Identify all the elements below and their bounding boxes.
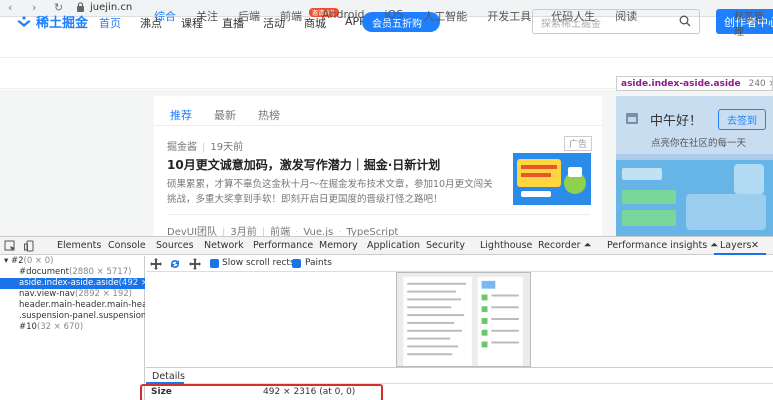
- lock-icon: [77, 2, 84, 12]
- tab-hot[interactable]: 热榜: [258, 107, 280, 123]
- calendar-icon: [626, 113, 638, 124]
- divider: [154, 125, 602, 126]
- paints-checkbox[interactable]: [292, 259, 301, 268]
- device-toolbar-icon[interactable]: [24, 240, 36, 252]
- tree-row[interactable]: ▾ #2(0 × 0): [0, 256, 145, 267]
- nav-item-home[interactable]: 首页: [99, 15, 121, 31]
- article-time: 19天前: [210, 142, 244, 153]
- layer-preview[interactable]: [396, 272, 531, 367]
- tab-lighthouse[interactable]: Lighthouse: [480, 240, 532, 251]
- juejin-logo-icon: [17, 16, 31, 27]
- paints-label: Paints: [305, 258, 332, 268]
- tooltip-element-name: aside.index-aside.aside: [621, 79, 741, 89]
- active-tab-indicator: [714, 253, 766, 255]
- tab-network[interactable]: Network: [204, 240, 244, 251]
- category-following[interactable]: 关注: [196, 8, 218, 24]
- category-android[interactable]: Android: [322, 8, 365, 24]
- category-devtools[interactable]: 开发工具: [487, 8, 531, 24]
- tab-recommended[interactable]: 推荐: [170, 107, 192, 123]
- greeting: 中午好！: [650, 114, 703, 129]
- tree-row[interactable]: #10(32 × 670): [0, 322, 145, 333]
- tab-performance[interactable]: Performance: [253, 240, 313, 251]
- rotate-mode-icon[interactable]: [169, 258, 181, 270]
- category-ios[interactable]: iOS: [385, 8, 404, 24]
- tab-performance-insights[interactable]: Performance insights ⏶: [607, 240, 718, 251]
- tree-row[interactable]: nav.view-nav(2892 × 192): [0, 289, 145, 300]
- tooltip-element-size: 240 × 1169.86: [748, 79, 772, 89]
- category-backend[interactable]: 后端: [238, 8, 260, 24]
- details-title: Details: [152, 371, 185, 382]
- back-icon[interactable]: ‹: [8, 1, 12, 14]
- tab-memory[interactable]: Memory: [319, 240, 358, 251]
- tab-latest[interactable]: 最新: [214, 107, 236, 123]
- search-icon[interactable]: [679, 15, 691, 27]
- category-list: 综合 关注 后端 前端 Android iOS 人工智能 开发工具 代码人生 阅…: [154, 8, 657, 24]
- article-author[interactable]: 掘金酱: [167, 142, 197, 153]
- pan-mode-icon[interactable]: [150, 258, 162, 270]
- article-thumbnail[interactable]: [513, 153, 591, 205]
- close-tab-icon[interactable]: ✕: [751, 240, 759, 251]
- layers-toolbar: Slow scroll rects Paints: [146, 256, 773, 272]
- highlight-box: [140, 384, 383, 400]
- logo-text: 稀土掘金: [36, 16, 89, 31]
- inspect-element-icon[interactable]: [4, 240, 16, 252]
- tab-layers[interactable]: Layers: [720, 240, 751, 251]
- tab-security[interactable]: Security: [426, 240, 465, 251]
- tag-manage-link[interactable]: 标签管理: [734, 8, 773, 38]
- tree-row[interactable]: .suspension-panel.suspension-panel: [0, 311, 145, 322]
- category-codelife[interactable]: 代码人生: [551, 8, 595, 24]
- tab-sources[interactable]: Sources: [156, 240, 194, 251]
- category-ai[interactable]: 人工智能: [423, 8, 467, 24]
- checkin-button[interactable]: 去签到: [718, 109, 766, 130]
- article-title[interactable]: 10月更文诚意加码，激发写作潜力｜掘金·日新计划: [167, 156, 440, 173]
- address-bar[interactable]: juejin.cn: [90, 2, 132, 13]
- aside-banner[interactable]: [616, 160, 773, 236]
- greeting-subtext: 点亮你在社区的每一天: [651, 138, 747, 149]
- tree-row-selected[interactable]: aside.index-aside.aside(492 × 2316): [0, 278, 145, 289]
- reset-transform-icon[interactable]: [189, 258, 201, 270]
- category-all[interactable]: 综合: [154, 8, 176, 24]
- tab-console[interactable]: Console: [108, 240, 146, 251]
- slow-scroll-checkbox[interactable]: [210, 259, 219, 268]
- article-description[interactable]: 硕果累累，才算不辜负这金秋十月～在掘金发布技术文章，参加10月更文闯关挑战，多重…: [167, 177, 495, 207]
- tab-application[interactable]: Application: [367, 240, 420, 251]
- tab-elements[interactable]: Elements: [57, 240, 101, 251]
- tree-row[interactable]: #document(2880 × 5717): [0, 267, 145, 278]
- devtools-tabbar: Elements Console Sources Network Perform…: [0, 236, 773, 255]
- article-meta: 掘金酱 | 19天前: [167, 142, 244, 153]
- category-frontend[interactable]: 前端: [280, 8, 302, 24]
- tree-row[interactable]: header.main-header.main-header: [0, 300, 145, 311]
- tab-recorder[interactable]: Recorder ⏶: [538, 240, 591, 251]
- divider: [167, 214, 590, 215]
- feed-tabs: 推荐 最新 热榜: [170, 107, 302, 123]
- category-reading[interactable]: 阅读: [615, 8, 637, 24]
- details-tab[interactable]: Details: [146, 367, 773, 384]
- ad-tag: 广告: [564, 136, 593, 151]
- layer-tree: ▾ #2(0 × 0) #document(2880 × 5717) aside…: [0, 256, 145, 400]
- site-logo[interactable]: 稀土掘金: [16, 12, 88, 31]
- element-tooltip: aside.index-aside.aside 240 × 1169.86: [616, 76, 773, 91]
- slow-scroll-label: Slow scroll rects: [222, 258, 295, 268]
